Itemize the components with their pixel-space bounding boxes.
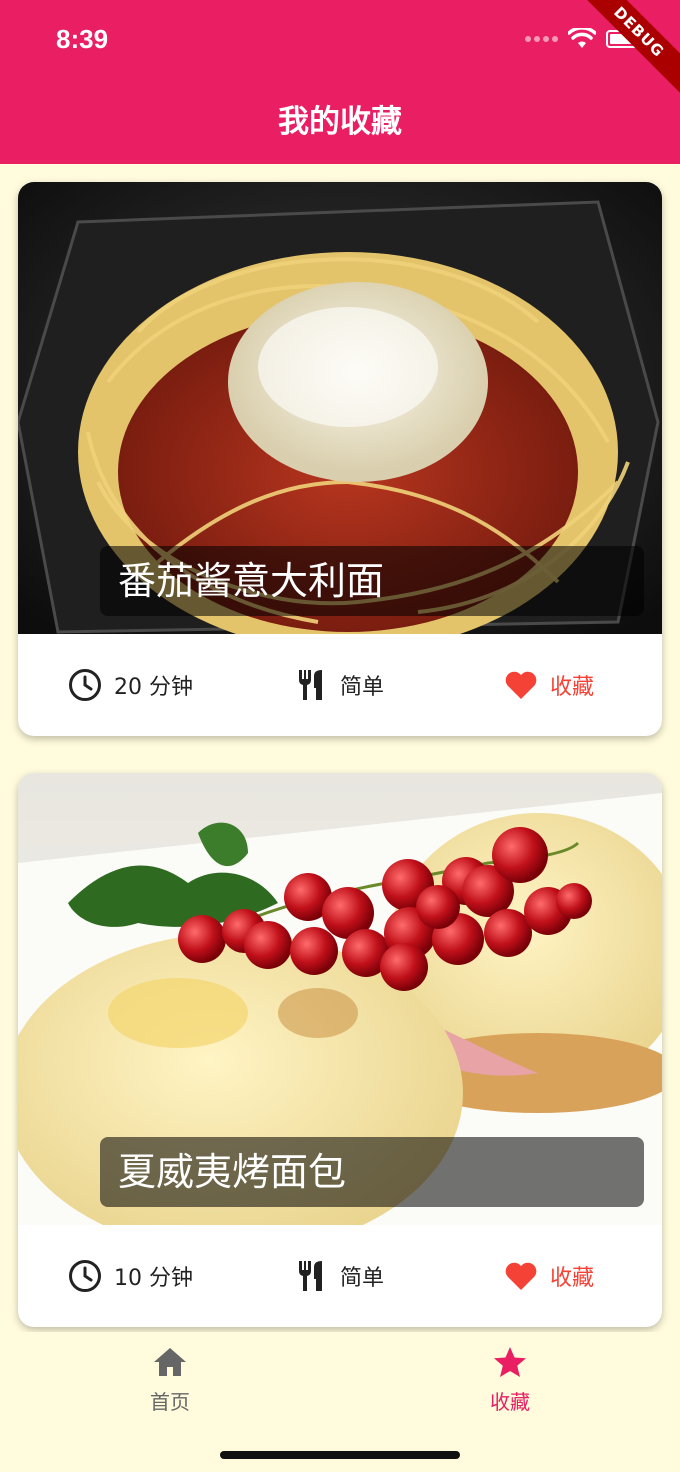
heart-icon <box>505 1262 537 1290</box>
nav-label-favorites: 收藏 <box>490 1390 530 1414</box>
duration-info: 20 分钟 <box>68 634 193 736</box>
complexity-label: 简单 <box>340 1266 385 1291</box>
meal-card[interactable]: 夏威夷烤面包 10 分钟 简单 收藏 <box>18 773 662 1327</box>
debug-banner: DEBUG <box>568 0 680 103</box>
app-bar: 8:39 DEBUG 我的收藏 <box>0 0 680 164</box>
duration-label: 20 分钟 <box>114 675 193 700</box>
nav-item-favorites[interactable]: 收藏 <box>410 1346 610 1415</box>
restaurant-icon <box>299 670 322 700</box>
meal-card-footer: 10 分钟 简单 收藏 <box>18 1225 662 1327</box>
meal-card[interactable]: 番茄酱意大利面 20 分钟 简单 收藏 <box>18 182 662 736</box>
duration-info: 10 分钟 <box>68 1225 193 1327</box>
meal-title: 夏威夷烤面包 <box>100 1137 644 1207</box>
clock-icon <box>69 669 101 701</box>
signal-icon <box>525 36 558 42</box>
restaurant-icon <box>299 1261 322 1291</box>
favorite-button[interactable]: 收藏 <box>504 1225 594 1327</box>
complexity-label: 简单 <box>340 675 385 700</box>
home-indicator <box>220 1451 460 1459</box>
meal-title: 番茄酱意大利面 <box>100 546 644 616</box>
nav-label-home: 首页 <box>150 1390 190 1414</box>
status-time: 8:39 <box>56 24 109 54</box>
meal-card-footer: 20 分钟 简单 收藏 <box>18 634 662 736</box>
meal-image-spaghetti: 番茄酱意大利面 <box>18 182 662 634</box>
wifi-icon <box>568 28 596 48</box>
nav-item-home[interactable]: 首页 <box>70 1346 270 1415</box>
complexity-info: 简单 <box>296 634 384 736</box>
favorite-label: 收藏 <box>550 1266 595 1291</box>
heart-icon <box>505 671 537 699</box>
duration-label: 10 分钟 <box>114 1266 193 1291</box>
page-title: 我的收藏 <box>278 104 402 140</box>
favorite-label: 收藏 <box>550 675 595 700</box>
favorite-button[interactable]: 收藏 <box>504 634 594 736</box>
complexity-info: 简单 <box>296 1225 384 1327</box>
home-icon <box>154 1348 186 1376</box>
meal-image-toast: 夏威夷烤面包 <box>18 773 662 1225</box>
star-icon <box>494 1347 526 1377</box>
clock-icon <box>69 1260 101 1292</box>
